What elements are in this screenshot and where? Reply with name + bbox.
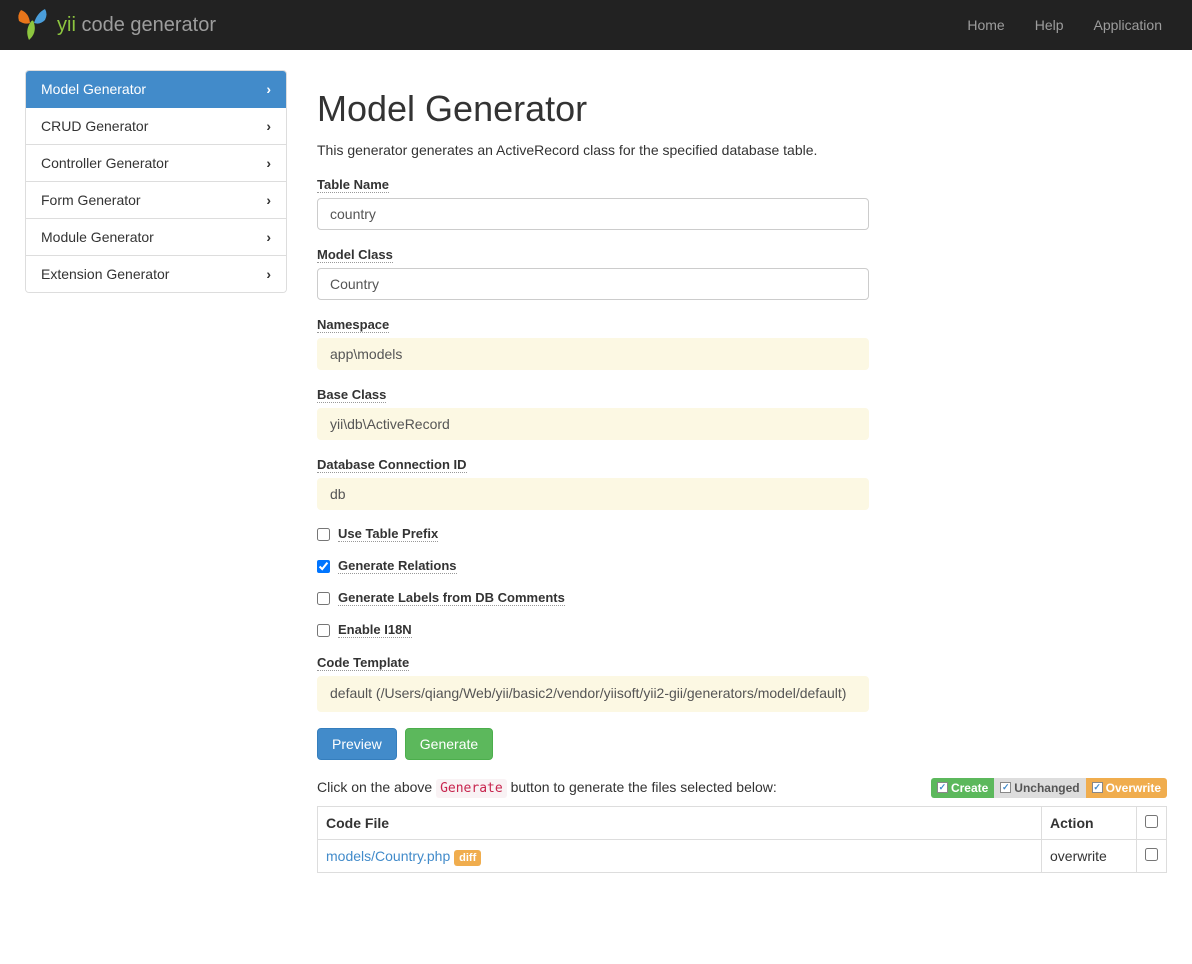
th-codefile: Code File: [318, 806, 1042, 839]
brand-text: yii code generator: [57, 14, 216, 37]
main-content: Model Generator This generator generates…: [317, 70, 1167, 873]
th-check: [1137, 806, 1167, 839]
checkbox-use-table-prefix[interactable]: [317, 528, 330, 541]
label-enable-i18n: Enable I18N: [338, 622, 412, 638]
nav-help[interactable]: Help: [1020, 2, 1079, 48]
label-table-name: Table Name: [317, 177, 389, 193]
legend-create: ✓ Create: [931, 778, 994, 798]
field-base-class: Base Class: [317, 386, 1167, 440]
diff-badge[interactable]: diff: [454, 850, 481, 866]
brand-cg: code generator: [81, 14, 216, 36]
check-icon: ✓: [1092, 782, 1103, 793]
select-code-template[interactable]: default (/Users/qiang/Web/yii/basic2/ven…: [317, 676, 869, 712]
sidebar-item-label: Model Generator: [41, 81, 146, 97]
input-db-conn[interactable]: [317, 478, 869, 510]
label-model-class: Model Class: [317, 247, 393, 263]
yii-logo-icon: [15, 7, 51, 43]
button-row: Preview Generate: [317, 728, 1167, 760]
cell-check: [1137, 839, 1167, 872]
brand-yii: yii: [57, 14, 76, 36]
generate-button[interactable]: Generate: [405, 728, 493, 760]
sidebar-item-controller-generator[interactable]: Controller Generator ›: [26, 145, 286, 182]
navbar: yii code generator Home Help Application: [0, 0, 1192, 50]
files-table: Code File Action models/Country.php diff…: [317, 806, 1167, 873]
legend: ✓ Create ✓ Unchanged ✓ Overwrite: [931, 778, 1167, 798]
cell-codefile: models/Country.php diff: [318, 839, 1042, 872]
navbar-nav: Home Help Application: [952, 2, 1177, 48]
chevron-right-icon: ›: [266, 81, 271, 97]
input-namespace[interactable]: [317, 338, 869, 370]
legend-unchanged: ✓ Unchanged: [994, 778, 1085, 798]
sidebar-item-label: Module Generator: [41, 229, 154, 245]
checkbox-generate-relations[interactable]: [317, 560, 330, 573]
chevron-right-icon: ›: [266, 118, 271, 134]
sidebar-item-module-generator[interactable]: Module Generator ›: [26, 219, 286, 256]
cell-action: overwrite: [1042, 839, 1137, 872]
nav-home[interactable]: Home: [952, 2, 1019, 48]
sidebar-item-extension-generator[interactable]: Extension Generator ›: [26, 256, 286, 292]
field-model-class: Model Class: [317, 246, 1167, 300]
brand[interactable]: yii code generator: [15, 7, 216, 43]
field-table-name: Table Name: [317, 176, 1167, 230]
check-icon: ✓: [1000, 782, 1011, 793]
sidebar-item-label: Controller Generator: [41, 155, 169, 171]
page-description: This generator generates an ActiveRecord…: [317, 142, 1167, 158]
sidebar-item-label: Extension Generator: [41, 266, 169, 282]
checkbox-enable-i18n[interactable]: [317, 624, 330, 637]
file-link[interactable]: models/Country.php: [326, 848, 450, 864]
table-header-row: Code File Action: [318, 806, 1167, 839]
chevron-right-icon: ›: [266, 229, 271, 245]
field-use-table-prefix: Use Table Prefix: [317, 526, 1167, 542]
field-generate-labels: Generate Labels from DB Comments: [317, 590, 1167, 606]
checkbox-generate-labels[interactable]: [317, 592, 330, 605]
hint-text: Click on the above Generate button to ge…: [317, 779, 777, 796]
checkbox-file-row[interactable]: [1145, 848, 1158, 861]
chevron-right-icon: ›: [266, 266, 271, 282]
sidebar-item-label: Form Generator: [41, 192, 141, 208]
sidebar: Model Generator › CRUD Generator › Contr…: [25, 70, 287, 873]
generator-list: Model Generator › CRUD Generator › Contr…: [25, 70, 287, 293]
label-code-template: Code Template: [317, 655, 409, 671]
label-db-conn: Database Connection ID: [317, 457, 467, 473]
field-namespace: Namespace: [317, 316, 1167, 370]
sidebar-item-form-generator[interactable]: Form Generator ›: [26, 182, 286, 219]
preview-button[interactable]: Preview: [317, 728, 397, 760]
input-base-class[interactable]: [317, 408, 869, 440]
checkbox-select-all[interactable]: [1145, 815, 1158, 828]
field-db-conn: Database Connection ID: [317, 456, 1167, 510]
nav-application[interactable]: Application: [1079, 2, 1178, 48]
label-use-table-prefix: Use Table Prefix: [338, 526, 438, 542]
table-row: models/Country.php diff overwrite: [318, 839, 1167, 872]
input-table-name[interactable]: [317, 198, 869, 230]
field-code-template: Code Template default (/Users/qiang/Web/…: [317, 654, 1167, 712]
check-icon: ✓: [937, 782, 948, 793]
label-base-class: Base Class: [317, 387, 386, 403]
container: Model Generator › CRUD Generator › Contr…: [0, 50, 1192, 903]
field-generate-relations: Generate Relations: [317, 558, 1167, 574]
hint-row: Click on the above Generate button to ge…: [317, 778, 1167, 798]
page-title: Model Generator: [317, 88, 1167, 130]
sidebar-item-crud-generator[interactable]: CRUD Generator ›: [26, 108, 286, 145]
field-enable-i18n: Enable I18N: [317, 622, 1167, 638]
label-generate-labels: Generate Labels from DB Comments: [338, 590, 565, 606]
sidebar-item-model-generator[interactable]: Model Generator ›: [26, 71, 286, 108]
legend-overwrite: ✓ Overwrite: [1086, 778, 1167, 798]
label-namespace: Namespace: [317, 317, 389, 333]
input-model-class[interactable]: [317, 268, 869, 300]
sidebar-item-label: CRUD Generator: [41, 118, 148, 134]
hint-code: Generate: [436, 779, 507, 798]
th-action: Action: [1042, 806, 1137, 839]
chevron-right-icon: ›: [266, 155, 271, 171]
chevron-right-icon: ›: [266, 192, 271, 208]
label-generate-relations: Generate Relations: [338, 558, 457, 574]
